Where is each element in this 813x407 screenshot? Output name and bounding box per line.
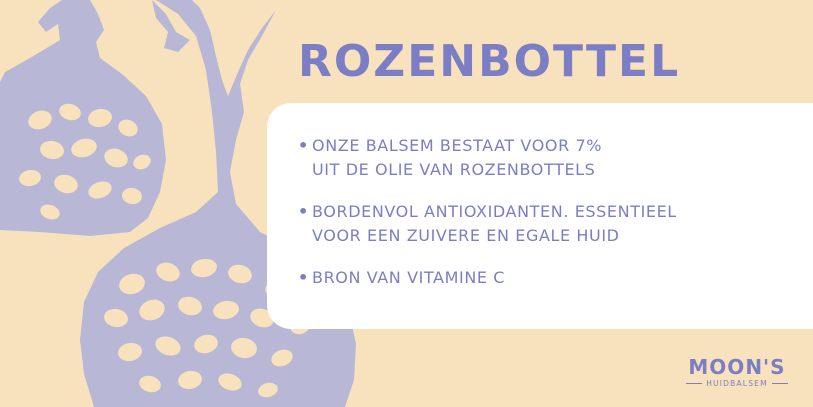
benefit-text: ONZE BALSEM BESTAAT VOOR 7% UIT DE OLIE … <box>312 136 603 179</box>
bullet-icon: • <box>298 136 309 155</box>
brand-divider-right <box>771 383 788 384</box>
brand-tagline: HUIDBALSEM <box>676 379 798 388</box>
brand-name: MOON'S <box>688 355 786 379</box>
bullet-icon: • <box>298 268 309 287</box>
benefit-text: BORDENVOL ANTIOXIDANTEN. ESSENTIEEL VOOR… <box>312 202 677 245</box>
brand-subtitle: HUIDBALSEM <box>706 379 768 388</box>
list-item: • ONZE BALSEM BESTAAT VOOR 7% UIT DE OLI… <box>298 134 798 182</box>
list-item: • BORDENVOL ANTIOXIDANTEN. ESSENTIEEL VO… <box>298 200 798 248</box>
brand-logo: MOON'S HUIDBALSEM <box>676 356 798 388</box>
benefit-text: BRON VAN VITAMINE C <box>312 268 506 287</box>
benefits-list: • ONZE BALSEM BESTAAT VOOR 7% UIT DE OLI… <box>298 134 798 308</box>
bullet-icon: • <box>298 202 309 221</box>
page-title: ROZENBOTTEL <box>298 36 681 87</box>
brand-divider-left <box>686 383 703 384</box>
rozenbottel-banner: ROZENBOTTEL • ONZE BALSEM BESTAAT VOOR 7… <box>0 0 813 407</box>
list-item: • BRON VAN VITAMINE C <box>298 266 798 290</box>
